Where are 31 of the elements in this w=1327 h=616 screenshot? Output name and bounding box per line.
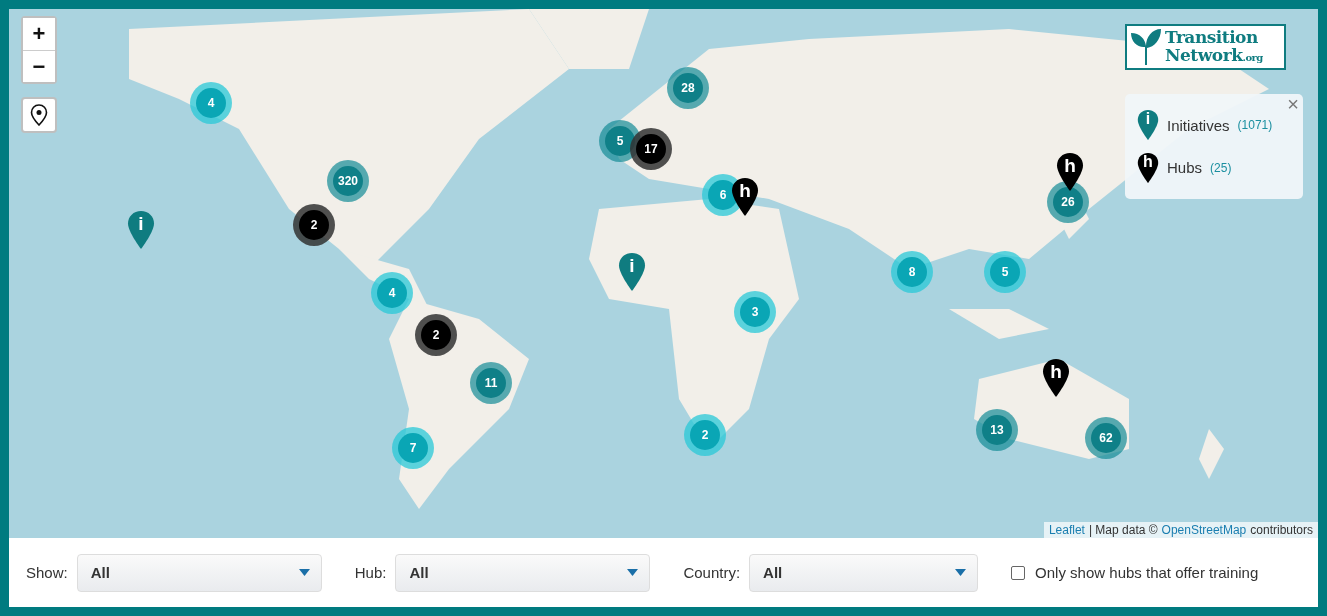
filter-label: Hub: bbox=[354, 564, 387, 581]
legend-count: (25) bbox=[1210, 160, 1232, 175]
caret-icon bbox=[627, 569, 639, 576]
checkbox-label: Only show hubs that offer training bbox=[1035, 564, 1259, 581]
openstreetmap-link[interactable]: OpenStreetMap bbox=[1161, 523, 1247, 537]
checkbox[interactable] bbox=[1011, 565, 1026, 580]
caret-icon bbox=[955, 569, 967, 576]
map-pin[interactable]: i bbox=[618, 252, 646, 292]
leaf-icon bbox=[1131, 29, 1161, 65]
legend-label: Initiatives bbox=[1167, 116, 1230, 134]
close-button[interactable]: × bbox=[1287, 94, 1299, 114]
logo[interactable]: Transition Network.org bbox=[1125, 24, 1286, 70]
legend-label: Hubs bbox=[1167, 159, 1203, 177]
filter-dropdown[interactable]: All bbox=[76, 553, 322, 592]
filter-dropdown[interactable]: All bbox=[749, 553, 979, 592]
locate-button[interactable] bbox=[21, 97, 57, 133]
map-pin[interactable]: i bbox=[127, 210, 155, 250]
location-pin-icon bbox=[30, 104, 48, 126]
filter-label: Show: bbox=[26, 564, 68, 581]
filter-label: Country: bbox=[683, 564, 741, 581]
legend-count: (1071) bbox=[1237, 118, 1273, 133]
filter-dropdown[interactable]: All bbox=[395, 553, 651, 592]
zoom-out-button[interactable]: − bbox=[23, 50, 55, 82]
attribution-text: contributors bbox=[1250, 523, 1313, 537]
map-pin[interactable]: h bbox=[1056, 152, 1084, 192]
map-pin[interactable]: h bbox=[731, 177, 759, 217]
attribution-text: | Map data © bbox=[1088, 523, 1158, 537]
caret-icon bbox=[298, 569, 310, 576]
leaflet-link[interactable]: Leaflet bbox=[1048, 523, 1085, 537]
legend-pin-icon: h bbox=[1137, 150, 1159, 185]
map-pin[interactable]: h bbox=[1042, 358, 1070, 398]
